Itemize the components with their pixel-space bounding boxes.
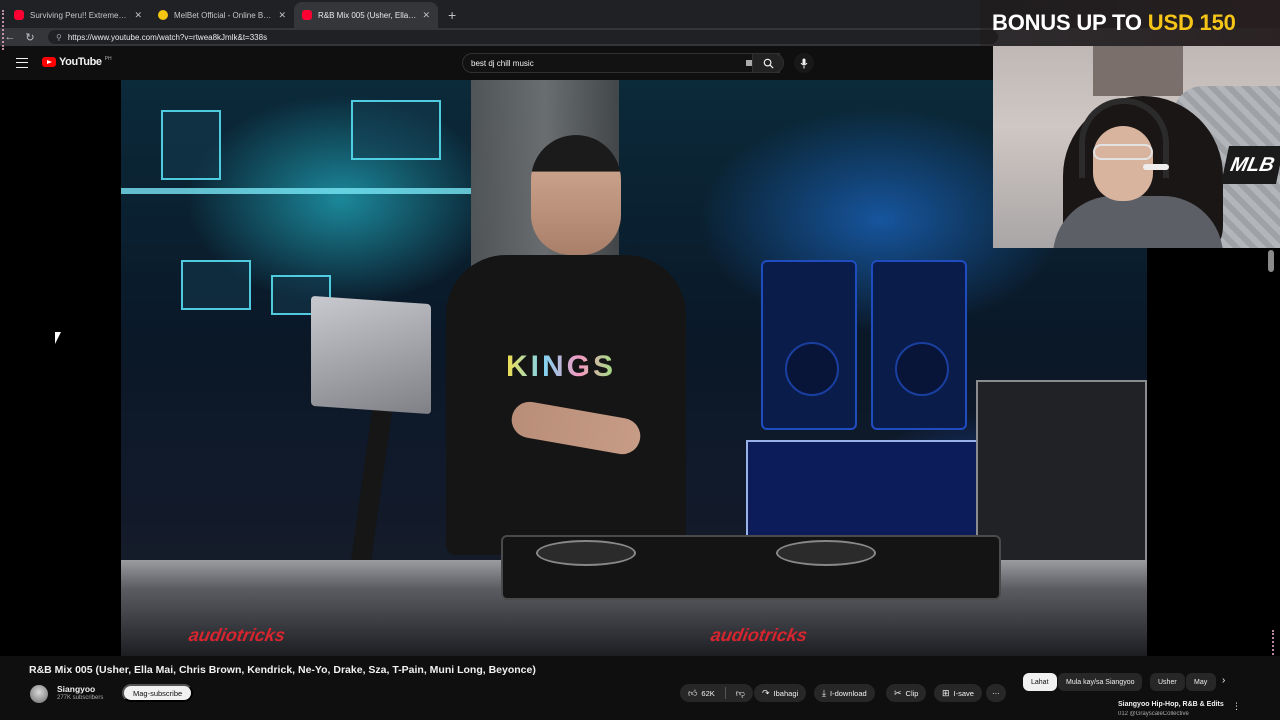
clip-label: Clip bbox=[905, 688, 919, 698]
equipment-crate bbox=[351, 100, 441, 160]
chevron-right-icon[interactable]: › bbox=[1222, 675, 1225, 686]
download-button[interactable]: ⤓ I-download bbox=[814, 684, 875, 702]
tab-title: R&B Mix 005 (Usher, Ella Ma bbox=[318, 10, 417, 20]
search-input[interactable]: best dj chill music ✕ bbox=[462, 53, 780, 73]
laptop-stand bbox=[349, 409, 393, 571]
melbet-icon bbox=[158, 10, 168, 20]
bonus-text: BONUS UP TO bbox=[992, 10, 1142, 35]
voice-search-button[interactable] bbox=[794, 53, 814, 73]
search-button[interactable] bbox=[752, 53, 784, 73]
tab-title: Surviving Peru!! Extreme Meats In bbox=[30, 10, 128, 20]
equipment-crate bbox=[161, 110, 221, 180]
recommended-video-subtitle: 012 @GrayscaleCollective bbox=[1118, 711, 1189, 717]
browser-tab-2[interactable]: MelBet Official - Online Betting W ✕ bbox=[150, 2, 294, 28]
reload-icon[interactable]: ↻ bbox=[20, 31, 40, 44]
site-info-icon[interactable]: ⚲ bbox=[56, 33, 62, 42]
thumbs-up-icon[interactable]: 👍︎ bbox=[688, 688, 697, 699]
bonus-amount: USD 150 bbox=[1147, 10, 1236, 35]
flower-vine-decoration bbox=[2, 10, 8, 50]
more-actions-button[interactable]: ⋯ bbox=[986, 684, 1006, 702]
case-brand-text: audiotricks bbox=[709, 625, 809, 645]
tab-title: MelBet Official - Online Betting W bbox=[174, 10, 273, 20]
dj-head bbox=[531, 135, 621, 255]
like-dislike-group: 👍︎ 62K 👎︎ bbox=[680, 684, 753, 702]
close-tab-icon[interactable]: ✕ bbox=[422, 10, 430, 21]
download-icon: ⤓ bbox=[822, 687, 826, 698]
thumbs-down-icon[interactable]: 👎︎ bbox=[736, 688, 745, 699]
share-button[interactable]: ↷ Ibahagi bbox=[754, 684, 807, 702]
streamer-webcam: MLB bbox=[993, 46, 1280, 248]
channel-avatar[interactable] bbox=[30, 685, 48, 703]
new-tab-icon[interactable]: + bbox=[438, 2, 466, 28]
like-count[interactable]: 62K bbox=[701, 689, 714, 698]
mouse-cursor-icon bbox=[55, 332, 65, 344]
save-icon: ⊞ bbox=[942, 687, 950, 698]
microphone-icon bbox=[800, 58, 808, 68]
region-code: PH bbox=[104, 56, 112, 62]
save-button[interactable]: ⊞ I-save bbox=[934, 684, 982, 702]
subscribe-button[interactable]: Mag-subscribe bbox=[122, 684, 194, 702]
search-query: best dj chill music bbox=[471, 58, 534, 68]
close-tab-icon[interactable]: ✕ bbox=[278, 10, 286, 21]
subscriber-count: 277K subscribers bbox=[57, 695, 104, 701]
channel-name[interactable]: Siangyoo bbox=[57, 684, 95, 694]
youtube-icon bbox=[302, 10, 312, 20]
save-label: I-save bbox=[953, 688, 974, 698]
more-icon: ⋯ bbox=[992, 688, 1000, 698]
headset-mic bbox=[1143, 164, 1169, 170]
youtube-logo[interactable]: YouTube PH bbox=[42, 56, 112, 68]
speaker bbox=[871, 260, 967, 430]
close-tab-icon[interactable]: ✕ bbox=[134, 10, 142, 21]
scissors-icon: ✂ bbox=[894, 687, 902, 698]
shirt-text: KINGS bbox=[506, 350, 617, 383]
video-info: R&B Mix 005 (Usher, Ella Mai, Chris Brow… bbox=[0, 656, 1280, 720]
search-icon bbox=[763, 58, 774, 69]
chip-usher[interactable]: Usher bbox=[1150, 673, 1185, 691]
jog-wheel bbox=[536, 540, 636, 566]
equipment-crate bbox=[181, 260, 251, 310]
address-bar[interactable]: ⚲ https://www.youtube.com/watch?v=rtwea8… bbox=[48, 30, 998, 44]
chip-all[interactable]: Lahat bbox=[1023, 673, 1057, 691]
webcam-background-shelf bbox=[1093, 46, 1183, 96]
kebab-menu-icon[interactable]: ⋮ bbox=[1232, 701, 1241, 712]
shelf bbox=[121, 188, 471, 194]
laptop bbox=[311, 295, 431, 415]
clip-button[interactable]: ✂ Clip bbox=[886, 684, 927, 702]
jog-wheel bbox=[776, 540, 876, 566]
youtube-play-icon bbox=[42, 57, 56, 67]
share-label: Ibahagi bbox=[773, 688, 799, 698]
logo-text: YouTube bbox=[59, 56, 102, 68]
chip-from-channel[interactable]: Mula kay/sa Siangyoo bbox=[1058, 673, 1143, 691]
browser-tab-3[interactable]: R&B Mix 005 (Usher, Ella Ma ✕ bbox=[294, 2, 438, 28]
url-text: https://www.youtube.com/watch?v=rtwea8kJ… bbox=[67, 32, 268, 42]
mlb-badge: MLB bbox=[1220, 146, 1280, 184]
download-label: I-download bbox=[829, 688, 867, 698]
bonus-banner: BONUS UP TO USD 150 bbox=[980, 0, 1280, 46]
flight-case bbox=[976, 380, 1147, 580]
page-scrollbar[interactable] bbox=[1268, 250, 1274, 272]
case-brand-text: audiotricks bbox=[187, 625, 287, 645]
dj-body bbox=[446, 255, 686, 555]
chip-more[interactable]: May bbox=[1186, 673, 1216, 691]
browser-tab-1[interactable]: Surviving Peru!! Extreme Meats In ✕ bbox=[6, 2, 150, 28]
share-icon: ↷ bbox=[762, 687, 770, 698]
video-title: R&B Mix 005 (Usher, Ella Mai, Chris Brow… bbox=[29, 664, 536, 676]
recommended-video-title[interactable]: Siangyoo Hip-Hop, R&B & Edits bbox=[1118, 701, 1224, 708]
youtube-icon bbox=[14, 10, 24, 20]
speaker bbox=[761, 260, 857, 430]
divider bbox=[724, 687, 726, 699]
menu-icon[interactable] bbox=[16, 58, 28, 68]
